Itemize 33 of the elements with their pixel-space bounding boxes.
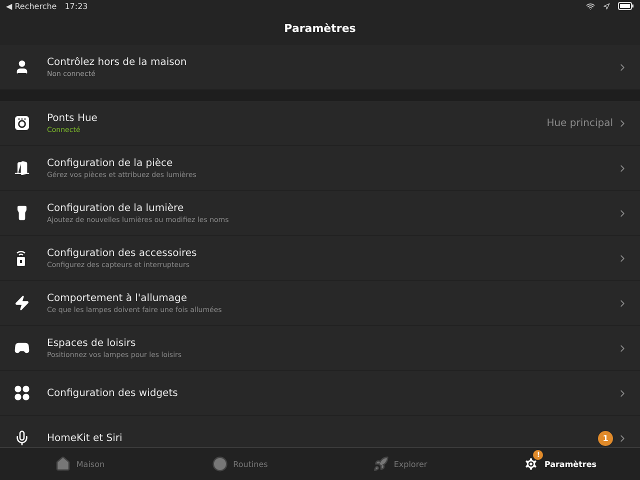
tab[interactable]: Routines <box>160 448 320 480</box>
settings-icon <box>523 456 540 472</box>
settings-row[interactable]: Configuration des widgets <box>0 371 640 416</box>
remote-icon <box>14 250 28 266</box>
status-time: 17:23 <box>64 2 88 10</box>
microphone-icon <box>14 430 30 446</box>
row-title: Configuration de la pièce <box>47 158 174 168</box>
battery-icon <box>618 2 634 10</box>
tab[interactable]: Maison <box>0 448 160 480</box>
row-title: Ponts Hue <box>47 112 98 124</box>
door-icon <box>14 160 30 176</box>
lightning-icon <box>14 295 30 311</box>
page-title: Paramètres <box>284 22 356 35</box>
location-icon <box>603 2 610 10</box>
row-value: Hue principal <box>546 118 613 128</box>
back-link[interactable]: ◀ Recherche <box>6 2 57 10</box>
widgets-icon <box>14 385 30 401</box>
person-icon <box>14 59 30 75</box>
bridge-icon <box>14 115 30 131</box>
rocket-icon <box>372 456 389 472</box>
tab[interactable]: Explorer <box>320 448 480 480</box>
settings-row[interactable]: HomeKit et Siri 1 <box>0 416 640 447</box>
row-title: Comportement à l'allumage <box>47 292 188 304</box>
row-title: HomeKit et Siri <box>47 432 124 444</box>
wifi-icon <box>586 2 595 10</box>
row-title: Configuration des widgets <box>47 388 179 398</box>
gamepad-icon <box>14 340 30 356</box>
notification-badge: 1 <box>598 430 613 446</box>
row-title: Configuration des accessoires <box>47 248 198 258</box>
row-title: Espaces de loisirs <box>47 338 137 348</box>
house-icon <box>55 456 72 472</box>
row-title: Configuration de la lumière <box>47 202 185 214</box>
row-title: Contrôlez hors de la maison <box>47 56 188 68</box>
